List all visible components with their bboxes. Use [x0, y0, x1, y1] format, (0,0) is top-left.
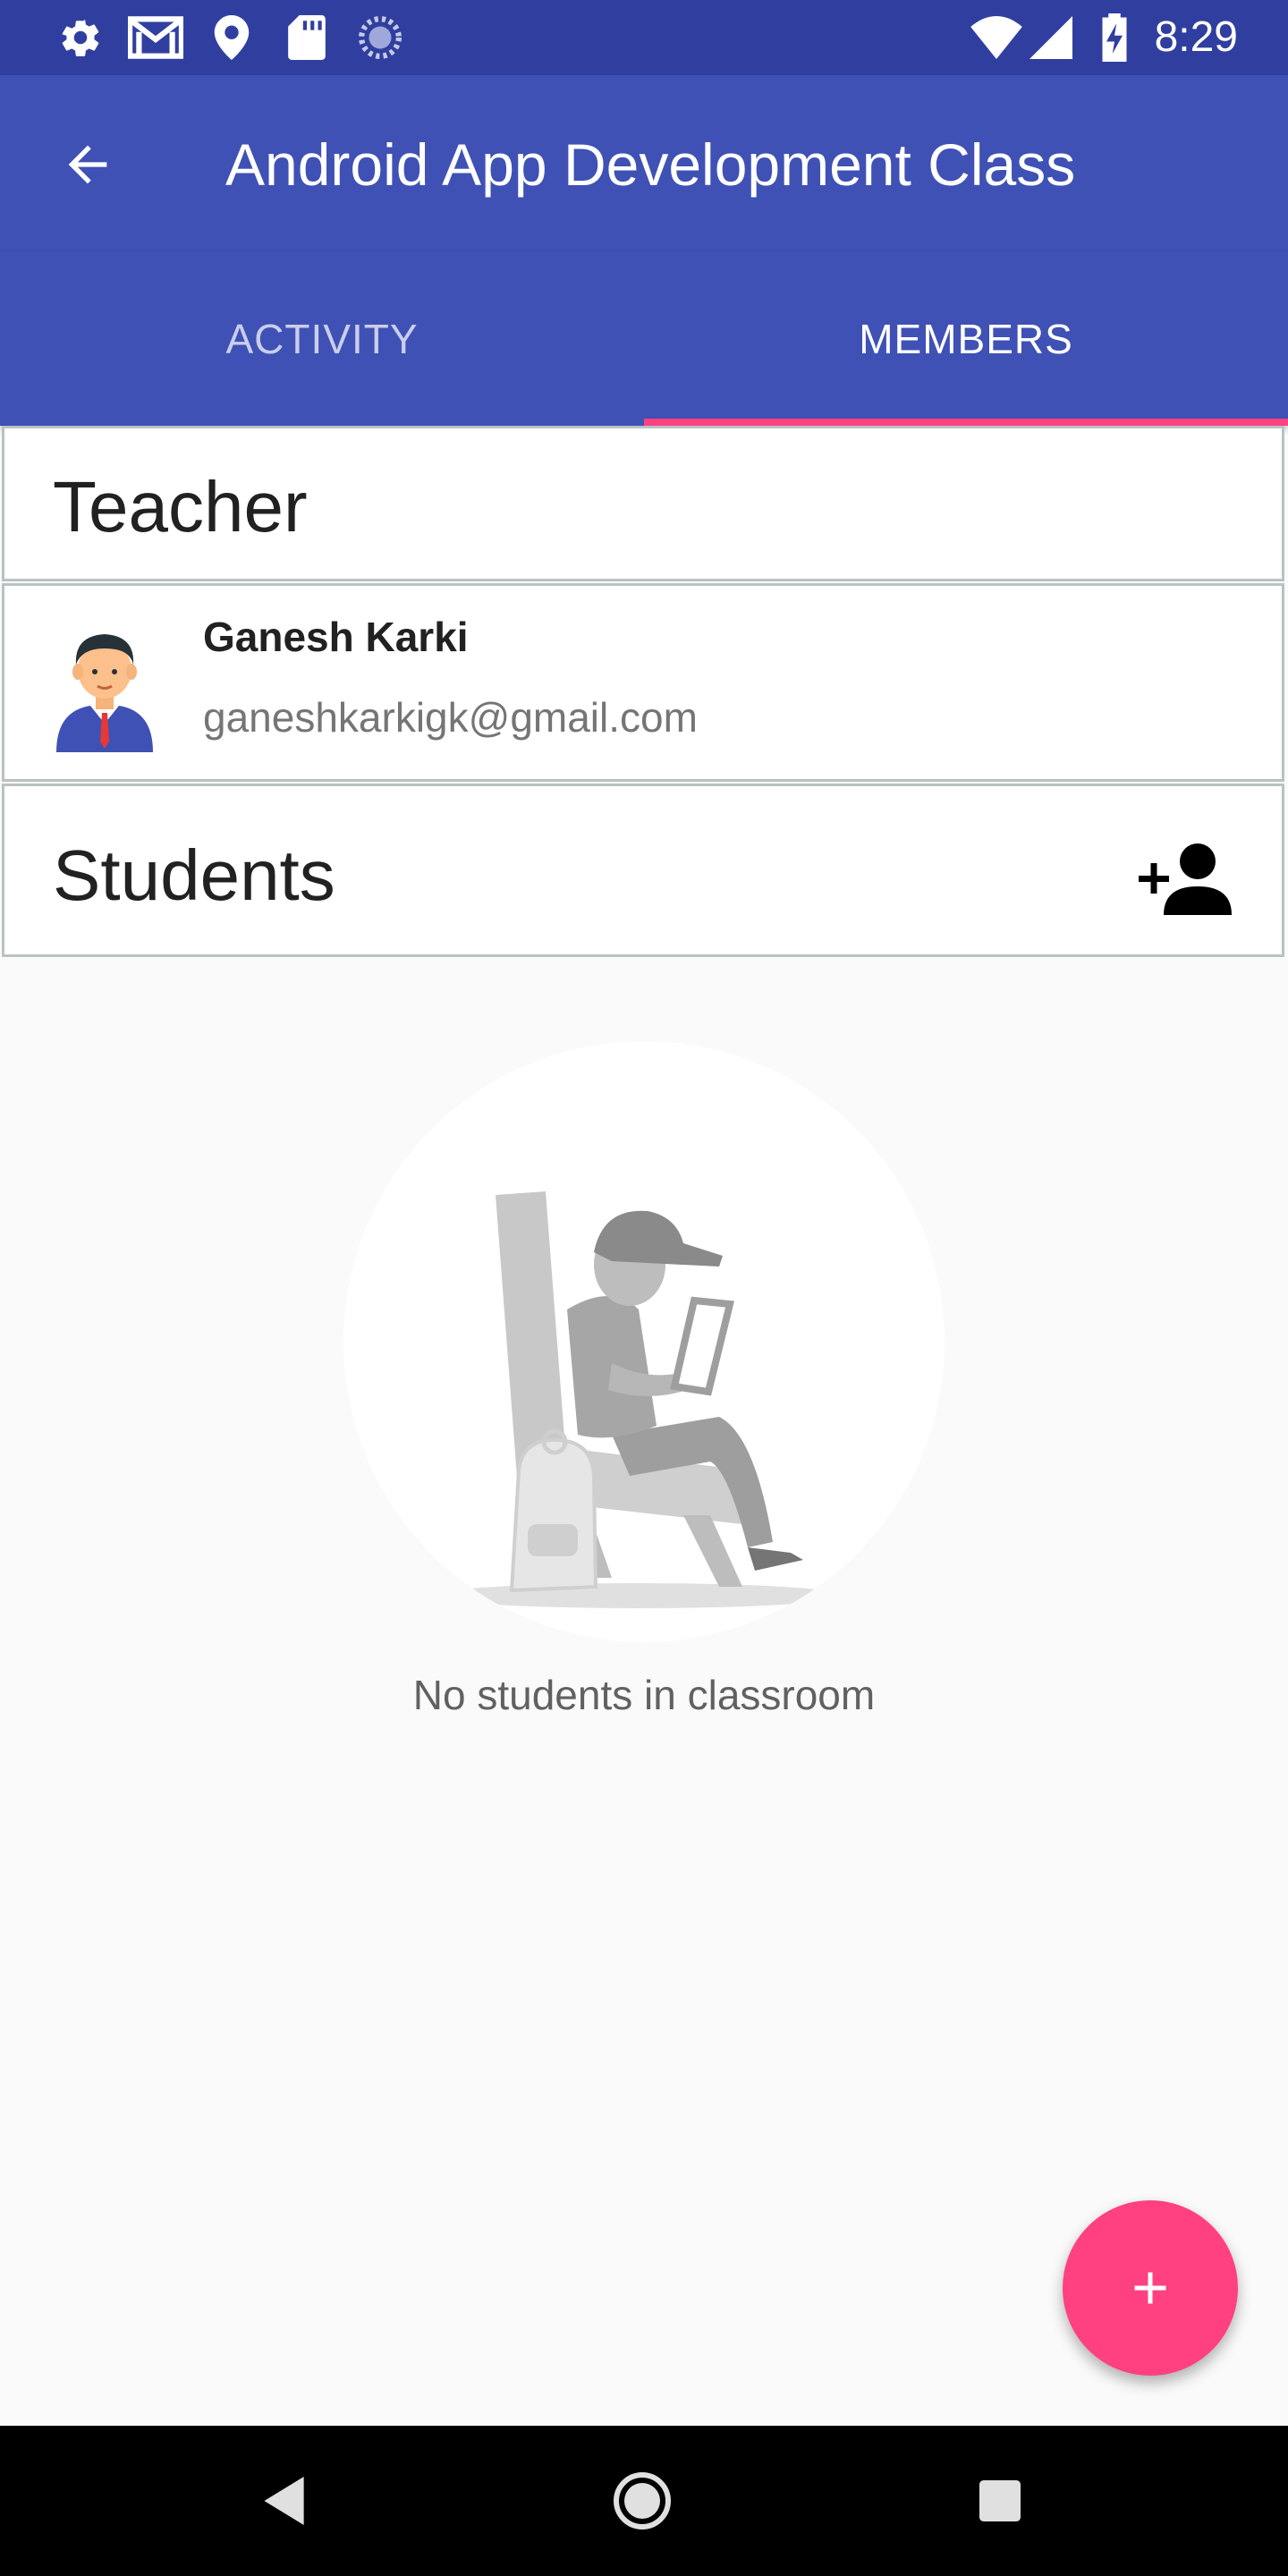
empty-students-illustration: [343, 1041, 945, 1642]
plus-icon: [1134, 2272, 1166, 2304]
back-button[interactable]: [43, 120, 132, 209]
settings-icon: [55, 13, 106, 63]
add-person-icon: [1139, 843, 1232, 915]
sd-card-icon: [286, 13, 327, 63]
tab-bar: ACTIVITY MEMBERS: [0, 252, 1288, 426]
home-circle-icon: [614, 2472, 671, 2529]
teacher-section-header: Teacher: [2, 426, 1284, 581]
battery-charging-icon: [1097, 13, 1132, 63]
teacher-avatar-icon: [49, 618, 160, 752]
nav-recents-button[interactable]: [955, 2456, 1045, 2546]
add-fab-button[interactable]: [1063, 2200, 1238, 2376]
signal-icon: [1027, 13, 1075, 63]
page-title: Android App Development Class: [225, 131, 1076, 198]
system-nav-bar: [0, 2426, 1288, 2576]
list-item[interactable]: Ganesh Karki ganeshkarkigk@gmail.com: [2, 583, 1284, 782]
teacher-name: Ganesh Karki: [203, 614, 469, 660]
back-triangle-icon: [264, 2477, 304, 2525]
wifi-icon: [968, 13, 1025, 63]
tab-activity[interactable]: ACTIVITY: [0, 252, 644, 426]
teacher-heading: Teacher: [53, 467, 308, 547]
location-icon: [211, 13, 252, 63]
tab-members[interactable]: MEMBERS: [644, 252, 1288, 426]
status-bar: 8:29: [0, 0, 1288, 75]
recents-square-icon: [979, 2480, 1021, 2521]
sync-icon: [356, 13, 404, 63]
gmail-icon: [127, 13, 184, 63]
app-toolbar: Android App Development Class: [0, 75, 1288, 252]
teacher-email: ganeshkarkigk@gmail.com: [203, 694, 698, 741]
tab-indicator: [644, 419, 1288, 426]
arrow-back-icon: [68, 145, 107, 184]
empty-state-message: No students in classroom: [412, 1672, 876, 1718]
students-heading: Students: [53, 835, 335, 915]
status-time: 8:29: [1154, 13, 1238, 61]
nav-back-button[interactable]: [242, 2456, 331, 2546]
students-section-header: Students: [2, 784, 1284, 957]
add-student-button[interactable]: [1139, 840, 1237, 920]
nav-home-button[interactable]: [597, 2456, 687, 2546]
